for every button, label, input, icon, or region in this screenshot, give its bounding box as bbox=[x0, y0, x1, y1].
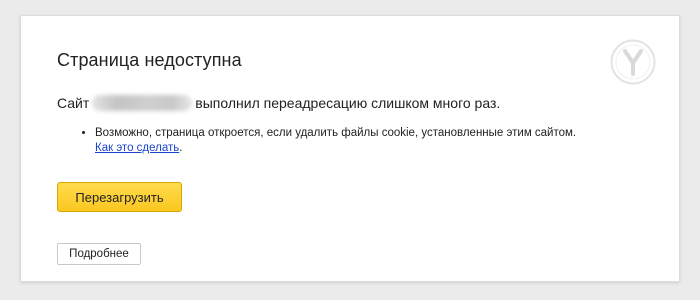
list-item: Возможно, страница откроется, если удали… bbox=[95, 126, 655, 156]
link-suffix: . bbox=[179, 142, 183, 154]
how-to-link[interactable]: Как это сделать bbox=[95, 142, 179, 154]
blurred-site-url bbox=[92, 95, 193, 111]
suggestions-list: Возможно, страница откроется, если удали… bbox=[81, 126, 655, 156]
suggestion-text: Возможно, страница откроется, если удали… bbox=[95, 127, 577, 139]
message-prefix: Сайт bbox=[57, 95, 90, 111]
page-title: Страница недоступна bbox=[57, 50, 242, 70]
reload-button[interactable]: Перезагрузить bbox=[57, 182, 182, 212]
details-button[interactable]: Подробнее bbox=[57, 243, 141, 265]
error-message: Сайт выполнил переадресацию слишком много… bbox=[57, 95, 500, 111]
error-card: Страница недоступна Сайт выполнил переадр… bbox=[20, 15, 680, 282]
message-suffix: выполнил переадресацию слишком много раз… bbox=[195, 95, 501, 111]
yandex-browser-logo-icon bbox=[610, 39, 656, 85]
